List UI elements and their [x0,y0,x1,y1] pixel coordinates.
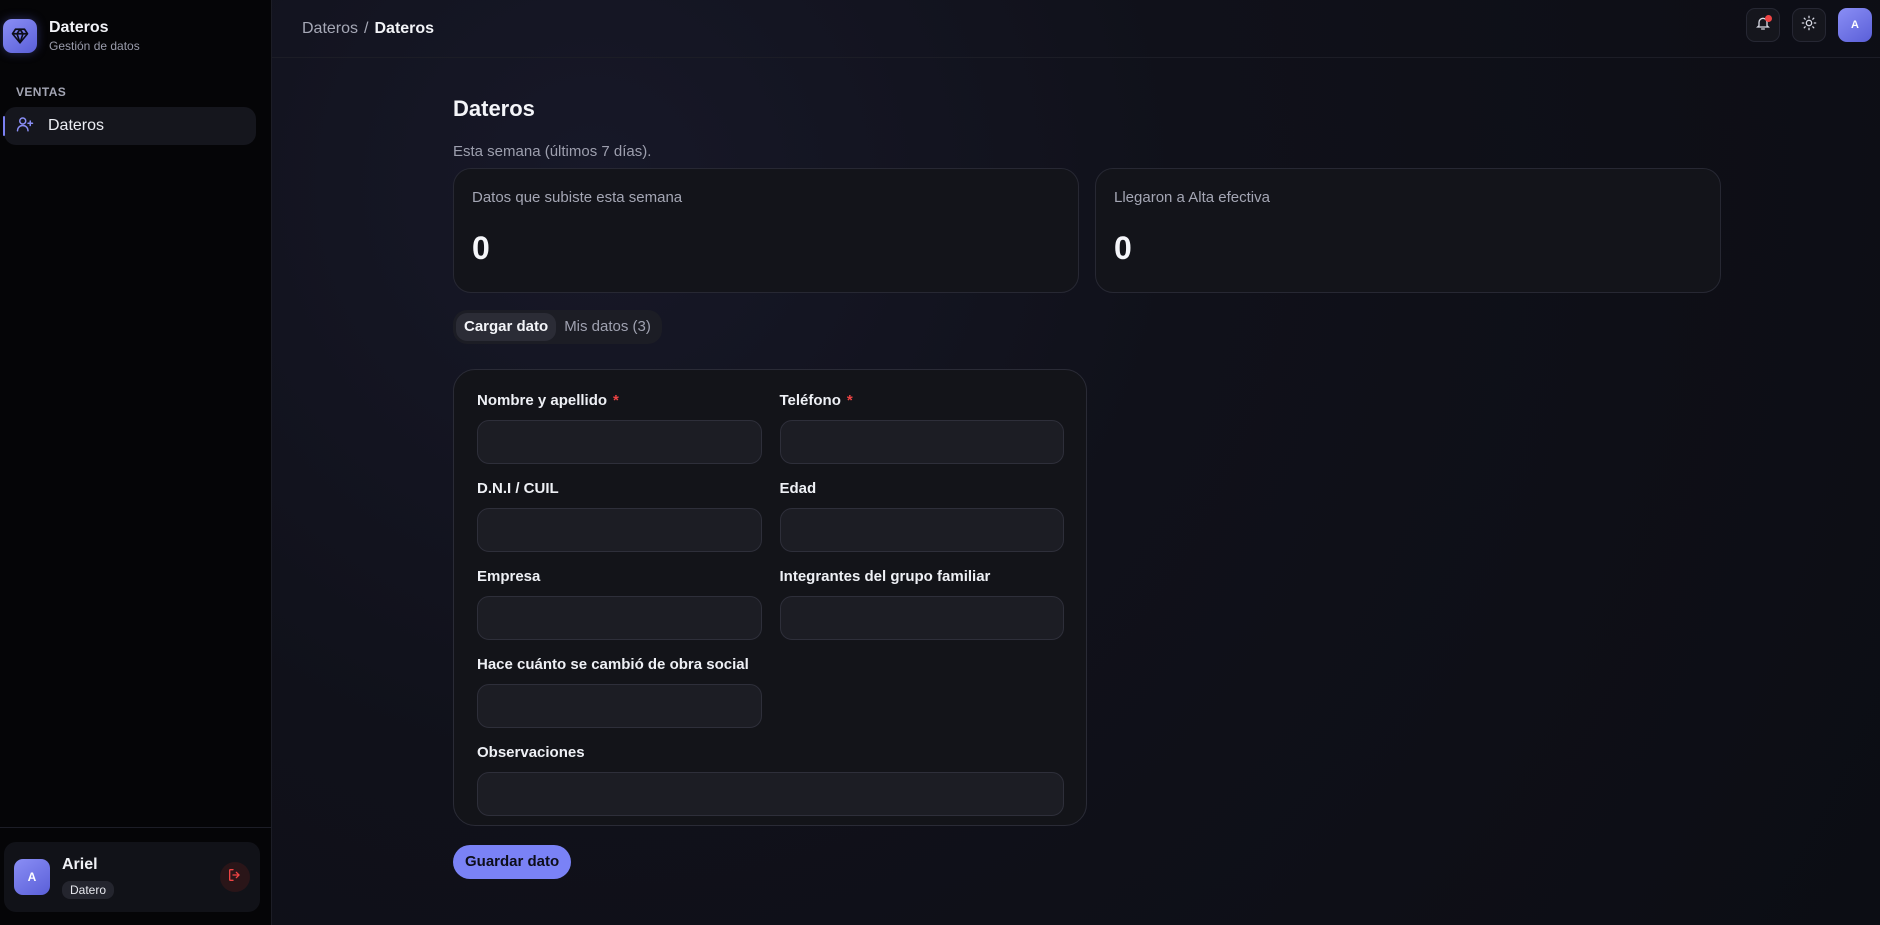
avatar: A [14,859,50,895]
stats-row: Datos que subiste esta semana 0 Llegaron… [453,168,1723,293]
tab-cargar-dato[interactable]: Cargar dato [456,313,557,341]
user-name: Ariel [62,855,98,873]
sidebar-item-label: Dateros [48,117,105,134]
sidebar: Dateros Gestión de datos VENTAS Dateros … [0,0,272,925]
page-subtitle: Esta semana (últimos 7 días). [453,143,652,160]
topbar: Dateros / Dateros A [272,0,1880,58]
gem-icon [3,19,37,53]
stat-value: 0 [472,230,490,266]
theme-toggle-button[interactable] [1792,8,1826,42]
field-label: Nombre y apellido * [477,392,619,409]
telefono-input[interactable] [779,420,1064,464]
cambio-obra-social-input[interactable] [477,684,762,728]
integrantes-input[interactable] [779,596,1064,640]
field-label: D.N.I / CUIL [477,480,559,497]
field-label: Empresa [477,568,541,585]
required-marker: * [846,392,853,409]
sidebar-item-dateros[interactable]: Dateros [3,107,256,145]
field-label: Integrantes del grupo familiar [779,568,991,585]
logout-button[interactable] [220,862,250,892]
brand[interactable]: Dateros Gestión de datos [0,0,271,58]
nombre-input[interactable] [477,420,762,464]
stat-label: Datos que subiste esta semana [472,189,683,206]
breadcrumb: Dateros / Dateros [302,19,435,37]
stat-label: Llegaron a Alta efectiva [1114,189,1270,206]
user-block: A Ariel Datero [0,827,271,925]
stat-card-uploaded: Datos que subiste esta semana 0 [453,168,1079,293]
sun-icon [1801,15,1817,36]
empresa-input[interactable] [477,596,762,640]
app: Dateros Gestión de datos VENTAS Dateros … [0,0,1880,925]
data-form: Nombre y apellido * Teléfono * D.N.I / CUI… [453,369,1087,826]
edad-input[interactable] [779,508,1064,552]
brand-name: Dateros [49,19,109,36]
save-button[interactable]: Guardar dato [453,845,572,879]
field-label: Teléfono * [779,392,853,409]
breadcrumb-item[interactable]: Dateros [302,20,358,37]
field-label: Observaciones [477,744,585,761]
stat-card-alta: Llegaron a Alta efectiva 0 [1095,168,1721,293]
required-marker: * [613,392,619,409]
main-area: Dateros / Dateros A Dateros Esta semana … [272,0,1880,925]
observaciones-input[interactable] [477,772,1064,816]
logout-icon [227,867,243,888]
dni-input[interactable] [477,508,762,552]
content: Dateros Esta semana (últimos 7 días). Da… [453,58,1723,879]
user-avatar-button[interactable]: A [1838,8,1872,42]
tabs: Cargar dato Mis datos (3) [453,310,662,344]
user-card: A Ariel Datero [4,842,260,912]
notifications-button[interactable] [1746,8,1780,42]
breadcrumb-current: Dateros [374,19,435,37]
sidebar-section-label: VENTAS [16,85,67,99]
stat-value: 0 [1114,230,1132,266]
page-title: Dateros [453,96,535,121]
user-plus-icon [16,115,34,138]
tab-mis-datos[interactable]: Mis datos (3) [556,313,659,341]
notification-dot [1765,15,1772,22]
user-role-badge: Datero [62,880,115,899]
brand-subtitle: Gestión de datos [49,39,140,53]
field-label: Edad [779,480,817,497]
field-label: Hace cuánto se cambió de obra social [477,656,749,673]
